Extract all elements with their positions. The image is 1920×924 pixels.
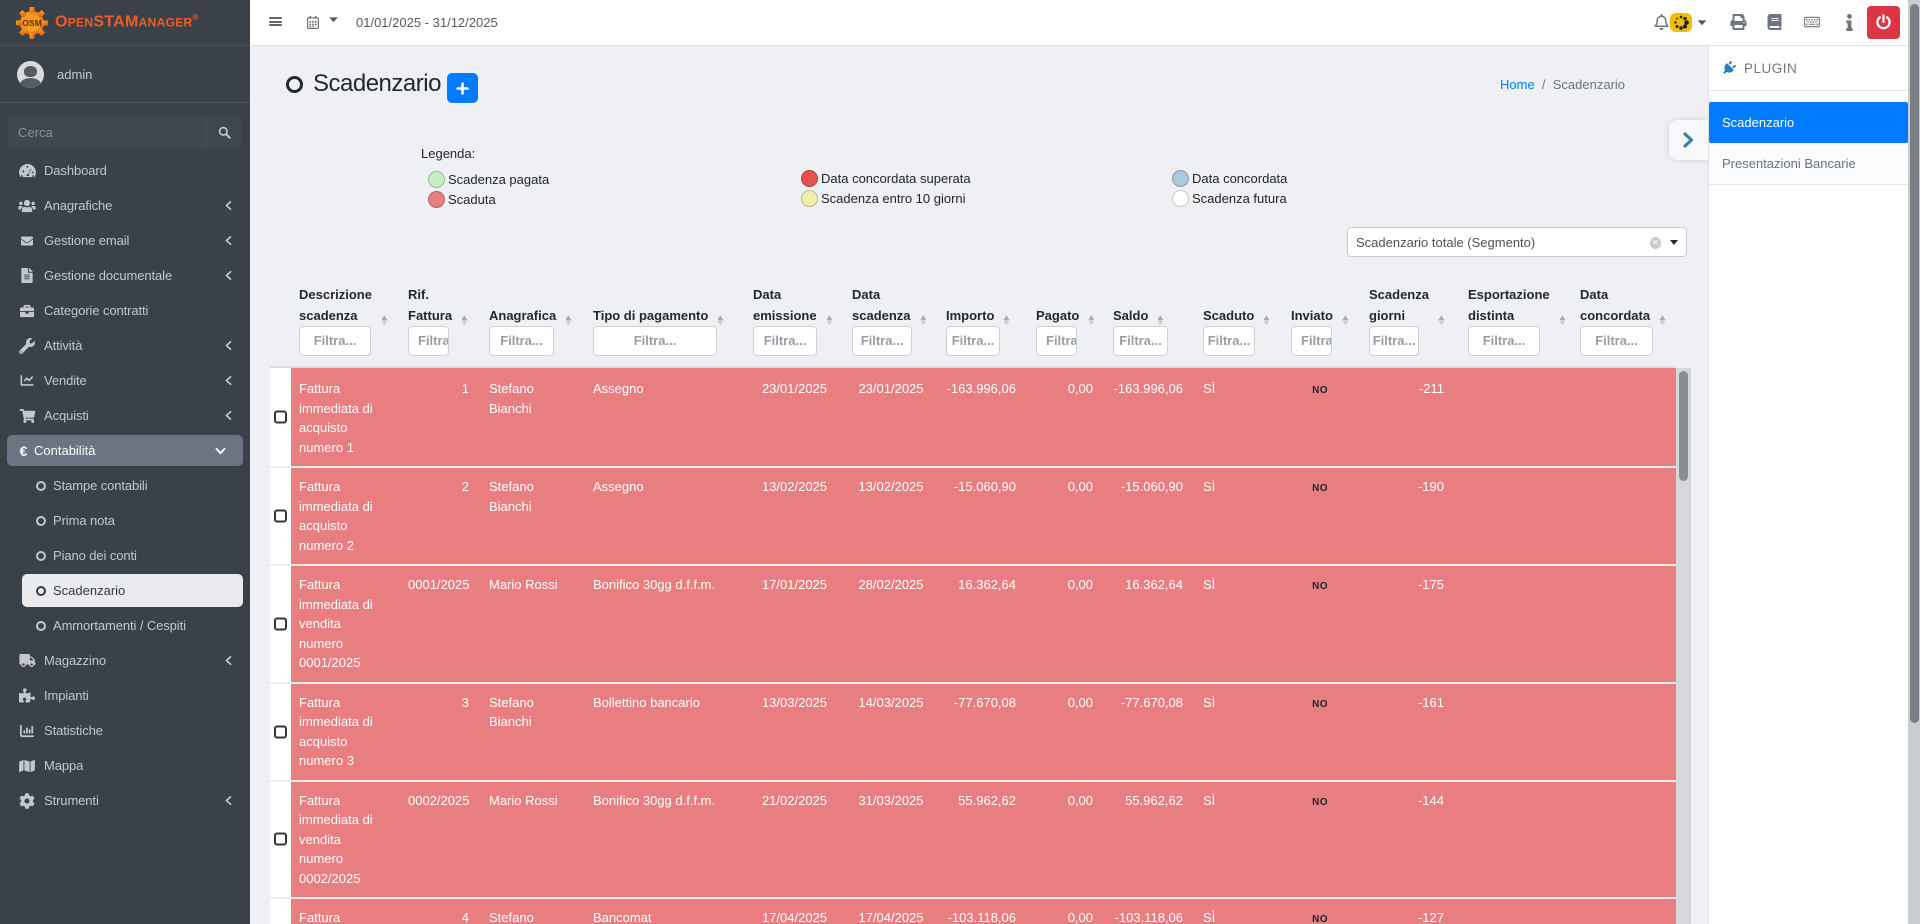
svg-text:OSM: OSM: [22, 18, 41, 28]
